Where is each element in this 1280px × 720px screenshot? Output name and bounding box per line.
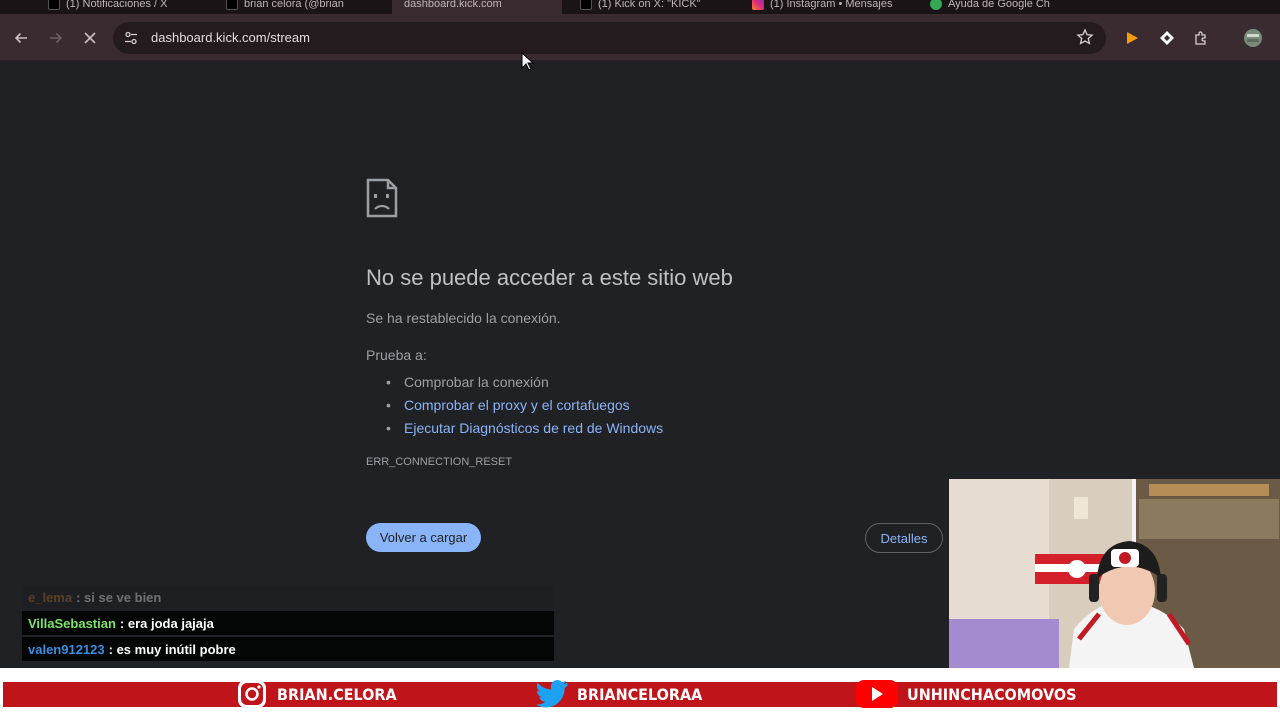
social-youtube: UNHINCHACOMOVOS xyxy=(855,676,1095,712)
instagram-logo-icon xyxy=(752,0,764,10)
twitter-icon xyxy=(535,677,569,711)
suggestion-check-connection: Comprobar la conexión xyxy=(386,370,663,393)
chat-text: : era joda jajaja xyxy=(119,615,214,631)
chat-username: VillaSebastian xyxy=(28,615,116,631)
extensions-button[interactable] xyxy=(1191,27,1213,49)
webcam-image xyxy=(949,479,1280,668)
extension-play[interactable] xyxy=(1121,27,1143,49)
play-icon xyxy=(1127,32,1138,44)
url-text[interactable]: dashboard.kick.com/stream xyxy=(151,30,310,45)
tab-label: (1) Instagram • Mensajes xyxy=(770,0,893,10)
youtube-handle: UNHINCHACOMOVOS xyxy=(907,684,1077,704)
chat-text: : si se ve bien xyxy=(76,589,162,605)
error-code: ERR_CONNECTION_RESET xyxy=(366,456,513,468)
tab-google-help[interactable]: Ayuda de Google Ch xyxy=(930,0,1090,14)
x-logo-icon xyxy=(48,0,60,10)
chat-username: valen912123 xyxy=(28,641,105,657)
instagram-handle: BRIAN.CELORA xyxy=(277,684,397,704)
tab-dashboard-kick[interactable]: dashboard.kick.com xyxy=(392,0,562,14)
address-bar[interactable]: dashboard.kick.com/stream xyxy=(113,22,1106,54)
x-logo-icon xyxy=(580,0,592,10)
youtube-icon xyxy=(855,677,899,711)
social-banner: BRIAN.CELORA BRIANCELORAA UNHINCHACOMOVO… xyxy=(0,668,1280,720)
arrow-left-icon xyxy=(14,32,27,44)
try-label: Prueba a: xyxy=(366,347,427,363)
arrow-right-icon xyxy=(50,32,63,44)
suggestion-check-proxy-link[interactable]: Comprobar el proxy y el cortafuegos xyxy=(386,393,663,416)
tab-label: (1) Kick on X: "KICK" xyxy=(598,0,701,10)
chat-message: valen912123 : es muy inútil pobre xyxy=(22,637,554,661)
profile-button[interactable] xyxy=(1242,27,1264,49)
error-title: No se puede acceder a este sitio web xyxy=(366,265,733,290)
chrome-help-icon xyxy=(930,0,942,10)
instagram-icon xyxy=(235,677,269,711)
forward-button[interactable] xyxy=(42,24,70,52)
tab-strip: (1) Notificaciones / X brian celora (@br… xyxy=(0,0,1280,14)
close-icon xyxy=(84,32,96,44)
chat-username: e_lema xyxy=(28,589,73,605)
twitter-handle: BRIANCELORAA xyxy=(577,684,703,704)
tab-brian-celora[interactable]: brian celora (@brian xyxy=(226,0,386,14)
error-subtitle: Se ha restablecido la conexión. xyxy=(366,310,561,326)
tab-kick-on-x[interactable]: (1) Kick on X: "KICK" xyxy=(580,0,740,14)
details-button[interactable]: Detalles xyxy=(865,523,943,553)
chat-message: VillaSebastian : era joda jajaja xyxy=(22,611,554,635)
reload-button[interactable]: Volver a cargar xyxy=(366,523,481,552)
tune-icon[interactable] xyxy=(123,30,139,46)
screen: (1) Notificaciones / X brian celora (@br… xyxy=(0,0,1280,720)
tab-label: brian celora (@brian xyxy=(244,0,344,10)
tab-label: dashboard.kick.com xyxy=(404,0,502,10)
stop-loading-button[interactable] xyxy=(76,24,104,52)
puzzle-icon xyxy=(1195,31,1206,45)
suggestion-network-diagnostics-link[interactable]: Ejecutar Diagnósticos de red de Windows xyxy=(386,416,663,439)
extension-diamond[interactable] xyxy=(1156,27,1178,49)
stream-chat-overlay: e_lema : si se ve bien VillaSebastian : … xyxy=(22,585,554,663)
tab-label: Ayuda de Google Ch xyxy=(948,0,1050,10)
profile-icon xyxy=(1244,29,1262,47)
diamond-icon xyxy=(1160,31,1174,45)
sad-document-icon xyxy=(366,178,398,218)
star-icon[interactable] xyxy=(1076,28,1094,46)
tab-label: (1) Notificaciones / X xyxy=(66,0,168,10)
suggestion-list: Comprobar la conexión Comprobar el proxy… xyxy=(386,370,663,439)
back-button[interactable] xyxy=(7,24,35,52)
tab-instagram[interactable]: (1) Instagram • Mensajes xyxy=(752,0,912,14)
webcam-feed xyxy=(949,479,1280,668)
chat-message: e_lema : si se ve bien xyxy=(22,585,554,609)
chat-text: : es muy inútil pobre xyxy=(108,641,236,657)
social-instagram: BRIAN.CELORA xyxy=(235,676,410,712)
tab-x-notifications[interactable]: (1) Notificaciones / X xyxy=(48,0,218,14)
social-twitter: BRIANCELORAA xyxy=(535,676,716,712)
threads-logo-icon xyxy=(226,0,238,10)
mouse-cursor-icon xyxy=(521,52,535,71)
browser-toolbar: dashboard.kick.com/stream xyxy=(0,14,1280,61)
